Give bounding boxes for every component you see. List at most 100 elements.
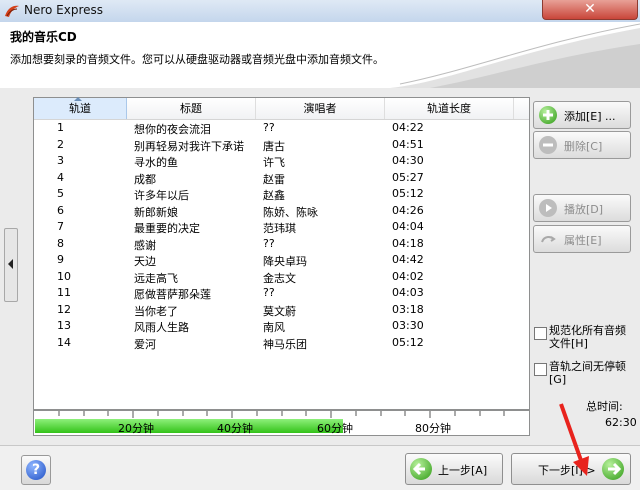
track-length: 04:02	[392, 269, 424, 283]
normalize-checkbox[interactable]	[534, 327, 547, 340]
track-title: 天边	[134, 255, 156, 268]
track-length: 04:26	[392, 203, 424, 217]
back-button[interactable]: 上一步[A]	[405, 453, 503, 485]
track-title: 别再轻易对我许下承诺	[134, 139, 244, 153]
track-row[interactable]: 13 风雨人生路 南风 03:30	[34, 318, 529, 335]
back-button-label: 上一步[A]	[438, 464, 488, 477]
track-title: 爱河	[134, 337, 156, 351]
capacity-ticks	[58, 411, 505, 418]
track-title: 感谢	[134, 238, 156, 252]
page-header: 我的音乐CD 添加想要刻录的音频文件。您可以从硬盘驱动器或音频光盘中添加音频文件…	[0, 22, 640, 88]
capacity-bar: 20分钟 40分钟 60分钟 80分钟	[33, 410, 530, 436]
track-artist: 南风	[263, 321, 285, 334]
track-number: 5	[57, 187, 64, 200]
track-artist: 莫文蔚	[263, 304, 296, 318]
add-button[interactable]: 添加[E] ...	[533, 101, 631, 129]
track-title: 成都	[134, 172, 156, 186]
collapse-panel-button[interactable]	[4, 228, 18, 302]
capacity-label-60: 60分钟	[317, 422, 353, 435]
window-title: Nero Express	[24, 3, 104, 17]
track-list-header: 轨道 标题 演唱者 轨道长度	[34, 97, 529, 120]
back-arrow-icon	[410, 458, 432, 480]
close-button[interactable]: ✕	[542, 0, 638, 20]
track-row[interactable]: 8 感谢?? 04:18	[34, 236, 529, 253]
column-header-title[interactable]: 标题	[127, 98, 256, 119]
track-number: 12	[57, 302, 71, 316]
track-row[interactable]: 9 天边 降央卓玛 04:42	[34, 252, 529, 269]
delete-button[interactable]: 删除[C]	[533, 131, 631, 159]
total-time-value: 62:30	[605, 416, 637, 429]
add-icon	[539, 106, 557, 124]
track-artist: 赵鑫	[263, 189, 285, 202]
next-arrow-icon	[602, 458, 624, 480]
track-row[interactable]: 4 成都 赵雷 05:27	[34, 170, 529, 187]
track-row[interactable]: 3 寻水的鱼 许飞 04:30	[34, 153, 529, 170]
track-title: 当你老了	[134, 304, 178, 318]
track-row[interactable]: 1 想你的夜会流泪?? 04:22	[34, 120, 529, 137]
track-title: 愿做菩萨那朵莲	[134, 288, 211, 301]
track-length: 05:27	[392, 170, 424, 184]
properties-button-label: 属性[E]	[564, 234, 602, 247]
delete-button-label: 删除[C]	[564, 140, 603, 153]
no-pause-label: 音轨之间无停顿 [G]	[549, 360, 626, 386]
track-number: 7	[57, 220, 64, 233]
track-row[interactable]: 6 新郎新娘 陈娇、陈咏 04:26	[34, 203, 529, 220]
track-length: 05:12	[392, 335, 424, 349]
sort-ascending-icon	[74, 97, 82, 101]
collapse-left-icon	[8, 259, 13, 269]
properties-icon	[539, 230, 557, 248]
no-pause-checkbox[interactable]	[534, 363, 547, 376]
track-number: 8	[57, 236, 64, 250]
track-length: 03:18	[392, 302, 424, 316]
capacity-fill	[35, 419, 343, 433]
nero-logo-icon	[5, 5, 19, 17]
track-artist: 唐古	[263, 139, 285, 153]
track-row[interactable]: 11 愿做菩萨那朵莲?? 04:03	[34, 285, 529, 302]
track-row[interactable]: 2 别再轻易对我许下承诺 唐古 04:51	[34, 137, 529, 154]
track-row[interactable]: 12 当你老了 莫文蔚 03:18	[34, 302, 529, 319]
track-artist: 范玮琪	[263, 222, 296, 235]
column-header-artist[interactable]: 演唱者	[256, 98, 385, 119]
track-row[interactable]: 5 许多年以后 赵鑫 05:12	[34, 186, 529, 203]
properties-button[interactable]: 属性[E]	[533, 225, 631, 253]
track-artist: ??	[263, 286, 275, 299]
track-row[interactable]: 14 爱河 神马乐团 05:12	[34, 335, 529, 352]
track-artist: 神马乐团	[263, 337, 307, 351]
track-number: 6	[57, 203, 64, 217]
track-rows: 1 想你的夜会流泪?? 04:22 2 别再轻易对我许下承诺 唐古 04:51 3 寻水的鱼 许飞…	[34, 120, 529, 351]
track-title: 风雨人生路	[134, 321, 189, 334]
header-decoration	[390, 23, 640, 88]
track-number: 10	[57, 269, 71, 283]
help-button[interactable]: ?	[21, 455, 51, 485]
track-length: 04:30	[392, 154, 424, 167]
track-title: 远走高飞	[134, 271, 178, 285]
track-length: 04:18	[392, 236, 424, 250]
track-number: 13	[57, 319, 71, 332]
track-number: 11	[57, 286, 71, 299]
track-artist: 赵雷	[263, 172, 285, 186]
track-row[interactable]: 7 最重要的决定 范玮琪 04:04	[34, 219, 529, 236]
page-subtitle: 添加想要刻录的音频文件。您可以从硬盘驱动器或音频光盘中添加音频文件。	[10, 53, 384, 66]
annotation-arrow-icon	[559, 403, 589, 476]
play-icon	[539, 199, 557, 217]
help-icon: ?	[26, 460, 46, 480]
track-row[interactable]: 10 远走高飞 金志文 04:02	[34, 269, 529, 286]
track-title: 最重要的决定	[134, 222, 200, 235]
track-artist: ??	[263, 121, 275, 134]
track-title: 寻水的鱼	[134, 156, 178, 169]
track-list[interactable]: 轨道 标题 演唱者 轨道长度 1 想你的夜会流泪?? 04:22 2 别再轻易对我许下承…	[33, 97, 530, 410]
track-length: 05:12	[392, 187, 424, 200]
track-length: 03:30	[392, 319, 424, 332]
track-length: 04:22	[392, 121, 424, 134]
add-button-label: 添加[E] ...	[564, 110, 616, 123]
track-number: 14	[57, 335, 71, 349]
column-header-track[interactable]: 轨道	[34, 97, 127, 119]
track-number: 1	[57, 121, 64, 134]
track-length: 04:42	[392, 253, 424, 266]
capacity-label-20: 20分钟	[118, 422, 154, 435]
track-artist: 许飞	[263, 156, 285, 169]
track-artist: 降央卓玛	[263, 255, 307, 268]
page-title: 我的音乐CD	[10, 30, 77, 44]
play-button[interactable]: 播放[D]	[533, 194, 631, 222]
column-header-length[interactable]: 轨道长度	[385, 98, 514, 119]
